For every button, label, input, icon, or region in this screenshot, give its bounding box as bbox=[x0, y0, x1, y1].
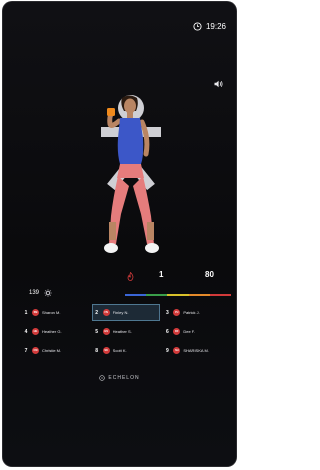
entry-rank: 2 bbox=[95, 309, 99, 316]
entry-rank: 9 bbox=[165, 347, 169, 354]
leaderboard-count: 139 bbox=[29, 290, 40, 296]
calories-stat bbox=[127, 272, 134, 281]
leaderboard-header: 139 bbox=[29, 289, 52, 297]
leaderboard-entry[interactable]: 6 DF Dee F. bbox=[162, 323, 231, 340]
flame-icon bbox=[127, 272, 134, 281]
leaderboard-entry-current[interactable]: 2 FN Finley N. bbox=[91, 304, 161, 321]
leaderboard-entry[interactable]: 9 SH SHARISKA M. bbox=[162, 342, 231, 359]
avatar: SK bbox=[102, 347, 110, 354]
entry-rank: 7 bbox=[24, 347, 28, 354]
heart-rate-value: 80 bbox=[205, 270, 214, 279]
entry-rank: 4 bbox=[24, 328, 28, 335]
entry-rank: 6 bbox=[165, 328, 169, 335]
avatar: SM bbox=[32, 309, 39, 316]
clock-time: 19:26 bbox=[205, 22, 226, 31]
brand-name: ECHELON bbox=[108, 375, 140, 381]
clock-icon bbox=[193, 22, 202, 31]
zone-segment bbox=[209, 294, 232, 296]
volume-icon[interactable] bbox=[214, 80, 223, 88]
entry-name: Patrick J. bbox=[183, 310, 200, 315]
output-value: 1 bbox=[159, 270, 164, 279]
avatar: SH bbox=[173, 347, 181, 354]
brand-logo: ECHELON bbox=[3, 375, 236, 381]
entry-rank: 5 bbox=[95, 328, 99, 335]
zone-segment bbox=[167, 294, 189, 296]
avatar: FN bbox=[102, 309, 110, 316]
zone-segment bbox=[188, 294, 210, 296]
avatar: HG bbox=[32, 328, 39, 335]
entry-name: Dee F. bbox=[183, 329, 195, 334]
gear-icon[interactable] bbox=[44, 289, 52, 297]
leaderboard-entry[interactable]: 8 SK Scott K. bbox=[92, 342, 161, 359]
heart-rate-zone-bar bbox=[125, 294, 232, 296]
leaderboard-entry[interactable]: 1 SM Sharon M. bbox=[21, 304, 90, 321]
entry-name: Scott K. bbox=[112, 348, 127, 353]
leaderboard-entry[interactable]: 4 HG Heather G. bbox=[21, 323, 90, 340]
status-bar: 19:26 bbox=[193, 22, 226, 31]
avatar: DF bbox=[173, 328, 181, 335]
entry-name: SHARISKA M. bbox=[183, 348, 209, 353]
entry-name: Christie M. bbox=[42, 348, 62, 353]
mirror-display: 19:26 1 80 139 1 SM Sharon M. 2 FN Finle… bbox=[3, 2, 236, 466]
leaderboard-entry[interactable]: 7 CM Christie M. bbox=[21, 342, 90, 359]
trainer-figure bbox=[104, 95, 159, 253]
leaderboard-entry[interactable]: 3 PJ Patrick J. bbox=[162, 304, 231, 321]
entry-name: Finley N. bbox=[112, 310, 129, 315]
zone-segment bbox=[125, 294, 147, 296]
echelon-logo-icon bbox=[99, 375, 106, 381]
avatar: HS bbox=[102, 328, 110, 335]
entry-rank: 8 bbox=[95, 347, 99, 354]
avatar: CM bbox=[32, 347, 39, 354]
leaderboard: 1 SM Sharon M. 2 FN Finley N. 3 PJ Patri… bbox=[21, 304, 231, 360]
output-stat: 1 bbox=[159, 270, 163, 279]
entry-rank: 1 bbox=[24, 309, 28, 316]
workout-stats: 1 80 bbox=[121, 270, 233, 294]
entry-name: Sharon M. bbox=[42, 310, 61, 315]
avatar: PJ bbox=[173, 309, 181, 316]
leaderboard-entry[interactable]: 5 HS Heather S. bbox=[92, 323, 161, 340]
zone-segment bbox=[146, 294, 168, 296]
heart-rate-stat: 80 bbox=[205, 270, 214, 279]
entry-rank: 3 bbox=[165, 309, 169, 316]
entry-name: Heather G. bbox=[42, 329, 62, 334]
entry-name: Heather S. bbox=[112, 329, 132, 334]
